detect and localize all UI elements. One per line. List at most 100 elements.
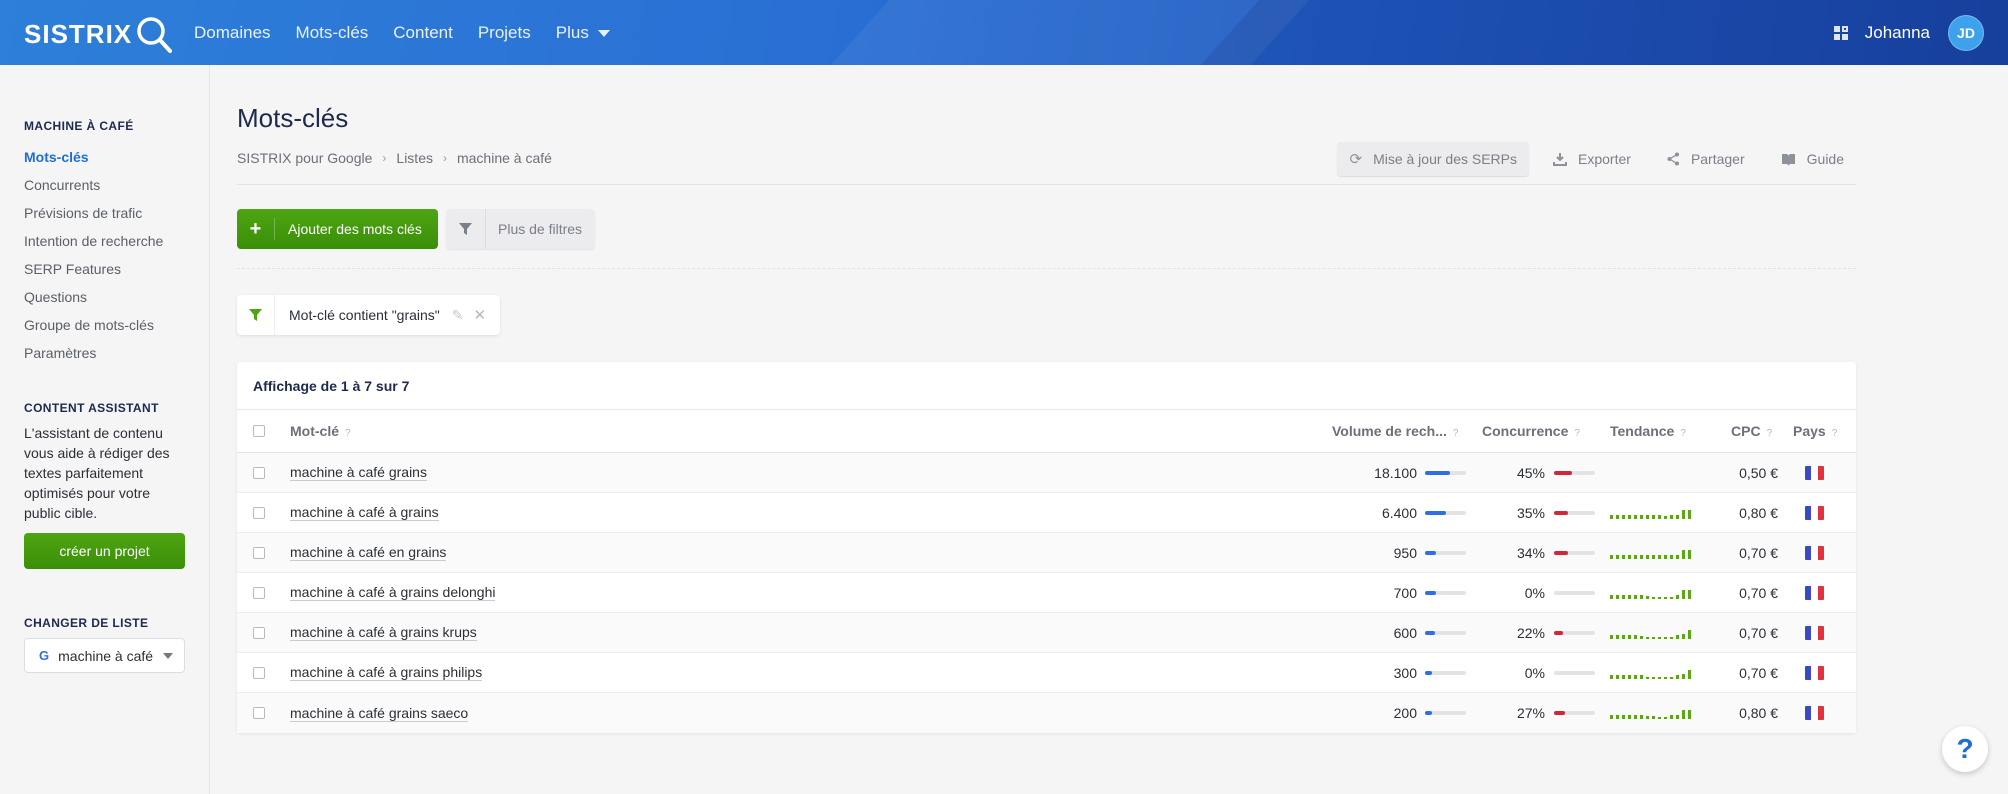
update-serps-button[interactable]: ⟳ Mise à jour des SERPs: [1337, 142, 1530, 176]
keyword-link[interactable]: machine à café à grains krups: [290, 624, 477, 641]
nav-mots-cles[interactable]: Mots-clés: [296, 23, 369, 43]
row-checkbox[interactable]: [253, 466, 265, 479]
plus-icon: +: [237, 218, 275, 240]
sidebar-item-groupe[interactable]: Groupe de mots-clés: [24, 311, 163, 339]
sidebar-item-mots-cles[interactable]: Mots-clés: [24, 143, 163, 171]
nav-projets[interactable]: Projets: [478, 23, 531, 43]
trend-bar: [1622, 594, 1625, 599]
keyword-link[interactable]: machine à café en grains: [290, 544, 447, 561]
sidebar-item-previsions[interactable]: Prévisions de trafic: [24, 199, 163, 227]
trend-sparkline[interactable]: [1610, 547, 1694, 559]
help-icon[interactable]: ?: [345, 428, 351, 439]
column-header-cpc-label: CPC: [1731, 423, 1761, 439]
trend-bar: [1640, 635, 1643, 639]
trend-sparkline[interactable]: [1610, 627, 1694, 639]
sidebar-item-questions[interactable]: Questions: [24, 283, 163, 311]
france-flag-icon: [1805, 585, 1824, 600]
nav-content[interactable]: Content: [393, 23, 453, 43]
list-select[interactable]: G machine à café: [24, 638, 185, 673]
trend-sparkline[interactable]: [1610, 587, 1694, 599]
share-icon: [1667, 152, 1679, 166]
table-row: machine à café en grains 950 34% 0,70 €: [237, 533, 1856, 573]
help-icon[interactable]: ?: [1574, 428, 1580, 439]
competition-value: 0%: [1524, 664, 1545, 681]
help-icon[interactable]: ?: [1832, 428, 1838, 439]
keyword-link[interactable]: machine à café à grains: [290, 504, 439, 521]
sidebar-item-intention[interactable]: Intention de recherche: [24, 227, 163, 255]
row-checkbox[interactable]: [253, 586, 265, 599]
trend-bar: [1652, 716, 1655, 719]
avatar[interactable]: JD: [1948, 14, 1984, 51]
share-label: Partager: [1690, 151, 1745, 167]
refresh-icon: ⟳: [1349, 151, 1363, 168]
france-flag-icon: [1805, 505, 1824, 520]
trend-bar: [1616, 715, 1619, 719]
sidebar-item-serp-features[interactable]: SERP Features: [24, 255, 163, 283]
column-header-competition[interactable]: Concurrence?: [1482, 423, 1580, 439]
sidebar-item-concurrents[interactable]: Concurrents: [24, 171, 163, 199]
column-header-trend[interactable]: Tendance?: [1610, 423, 1686, 439]
google-icon: G: [39, 648, 50, 663]
row-checkbox[interactable]: [253, 666, 265, 679]
help-icon[interactable]: ?: [1453, 428, 1459, 439]
more-filters-button[interactable]: Plus de filtres: [446, 209, 595, 249]
search-volume: 950: [1393, 544, 1417, 561]
keyword-link[interactable]: machine à café grains: [290, 464, 427, 481]
row-checkbox[interactable]: [253, 707, 265, 719]
pencil-icon[interactable]: ✎: [452, 307, 464, 324]
volume-bar: [1425, 630, 1466, 635]
breadcrumb-item[interactable]: Listes: [396, 150, 433, 166]
cpc-value: 0,80 €: [1739, 705, 1778, 721]
add-keywords-button[interactable]: + Ajouter des mots clés: [237, 209, 438, 249]
row-checkbox[interactable]: [253, 626, 265, 639]
trend-bar: [1616, 594, 1619, 599]
content-assistant-heading: CONTENT ASSISTANT: [24, 401, 159, 415]
active-filter-chip[interactable]: Mot-clé contient "grains" ✎ ✕: [237, 295, 500, 335]
volume-bar: [1425, 510, 1466, 515]
trend-bar: [1622, 715, 1625, 719]
breadcrumb-item[interactable]: SISTRIX pour Google: [237, 150, 372, 166]
nav-plus-menu[interactable]: Plus: [556, 23, 610, 43]
keyword-link[interactable]: machine à café à grains delonghi: [290, 584, 496, 601]
select-all-checkbox[interactable]: [253, 425, 265, 437]
column-header-country[interactable]: Pays?: [1793, 423, 1837, 439]
sidebar-menu: Mots-clés Concurrents Prévisions de traf…: [24, 143, 163, 367]
guide-button[interactable]: Guide: [1769, 142, 1856, 176]
volume-bar: [1425, 711, 1466, 715]
share-button[interactable]: Partager: [1655, 142, 1757, 176]
column-header-keyword[interactable]: Mot-clé?: [290, 423, 351, 439]
trend-bar: [1628, 715, 1631, 719]
volume-bar: [1425, 550, 1466, 555]
keyword-link[interactable]: machine à café grains saeco: [290, 705, 469, 722]
filter-divider: [237, 268, 1856, 269]
keyword-link[interactable]: machine à café à grains philips: [290, 664, 483, 681]
help-button[interactable]: ?: [1942, 726, 1988, 772]
trend-bar: [1634, 514, 1637, 519]
trend-sparkline[interactable]: [1610, 707, 1694, 719]
guide-label: Guide: [1806, 151, 1844, 167]
column-header-volume[interactable]: Volume de rech...?: [1332, 423, 1458, 439]
trend-sparkline[interactable]: [1610, 507, 1694, 519]
breadcrumb: SISTRIX pour Google › Listes › machine à…: [237, 150, 552, 166]
trend-bar: [1670, 514, 1673, 519]
help-icon[interactable]: ?: [1680, 428, 1686, 439]
trend-bar: [1670, 596, 1673, 599]
trend-sparkline[interactable]: [1610, 667, 1694, 679]
export-button[interactable]: Exporter: [1541, 142, 1643, 176]
competition-bar: [1554, 630, 1595, 635]
competition-bar: [1554, 510, 1595, 515]
logo-text: SISTRIX: [24, 18, 133, 49]
nav-domaines[interactable]: Domaines: [194, 23, 271, 43]
sidebar-item-parametres[interactable]: Paramètres: [24, 339, 163, 367]
create-project-button[interactable]: créer un projet: [24, 533, 185, 569]
row-checkbox[interactable]: [253, 546, 265, 559]
close-icon[interactable]: ✕: [474, 306, 487, 324]
help-icon[interactable]: ?: [1767, 428, 1773, 439]
user-name[interactable]: Johanna: [1865, 23, 1930, 43]
row-checkbox[interactable]: [253, 506, 265, 519]
column-header-cpc[interactable]: CPC?: [1731, 423, 1772, 439]
apps-grid-icon[interactable]: [1833, 25, 1848, 40]
sistrix-logo[interactable]: SISTRIX: [24, 16, 174, 53]
search-volume: 18.100: [1374, 464, 1417, 481]
trend-bar: [1682, 509, 1685, 519]
